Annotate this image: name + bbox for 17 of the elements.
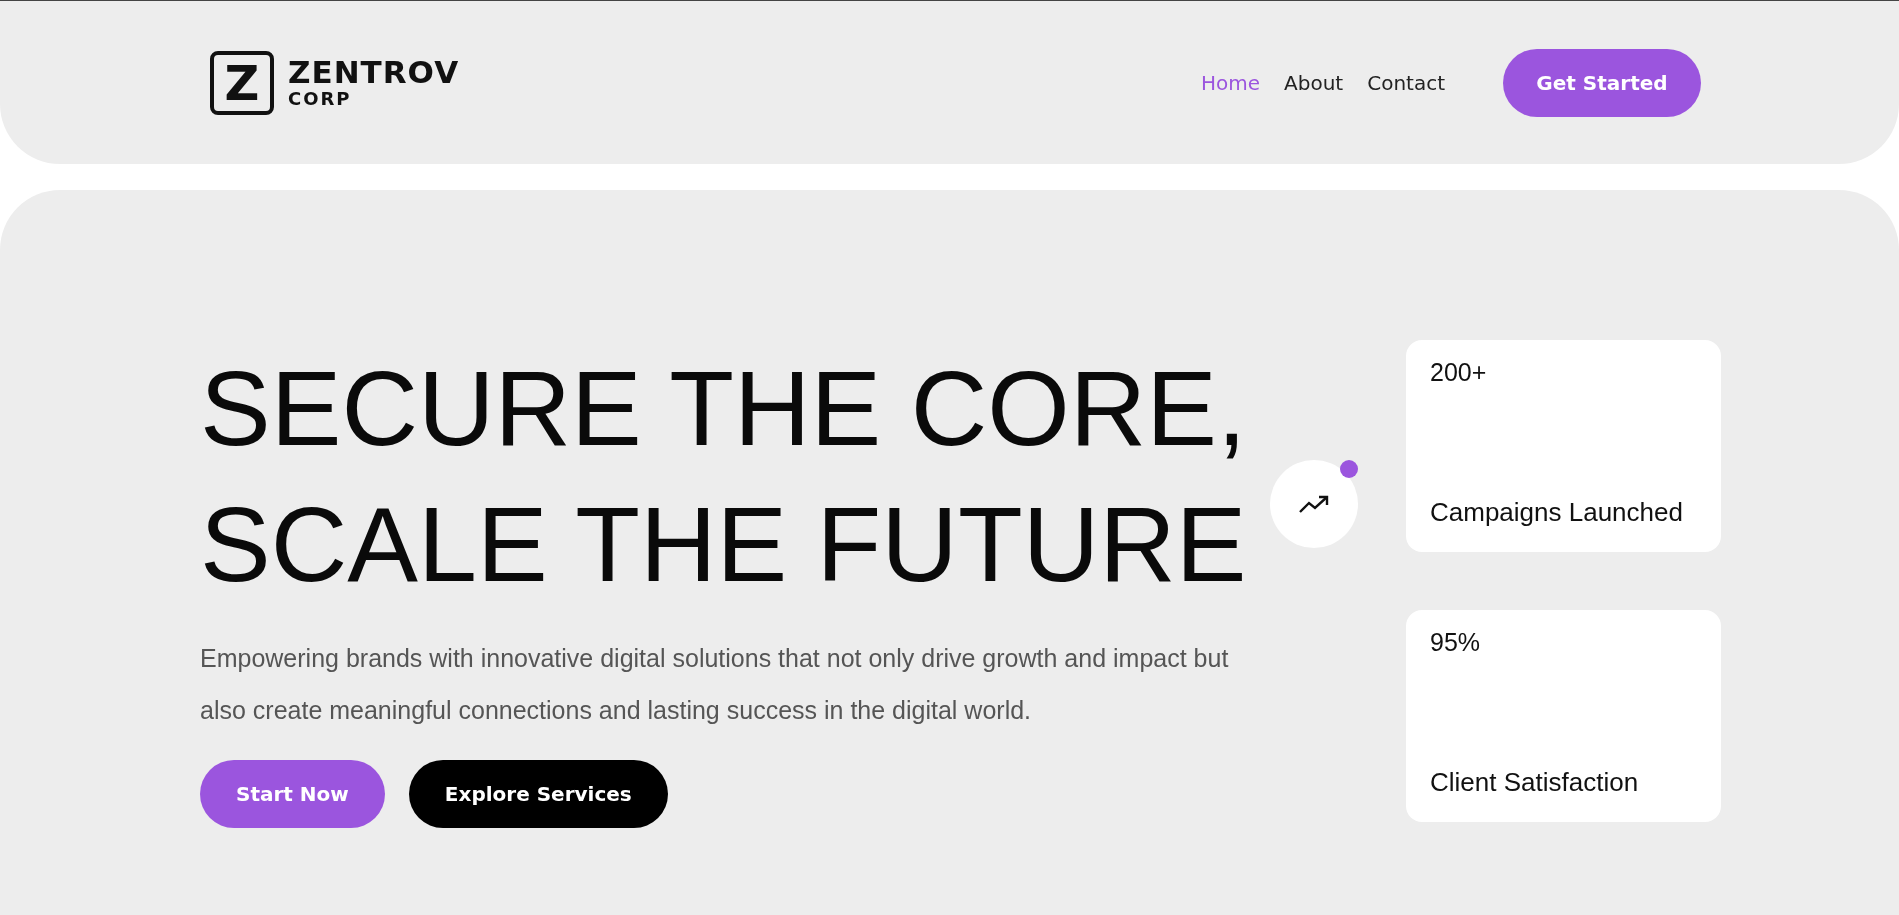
stat-label: Client Satisfaction bbox=[1430, 766, 1640, 799]
hero-headline: SECURE THE CORE, SCALE THE FUTURE bbox=[200, 348, 1248, 605]
hero-button[interactable]: Start Now bbox=[200, 760, 385, 828]
notification-dot bbox=[1340, 460, 1358, 478]
stat-value: 200+ bbox=[1430, 358, 1488, 387]
hero-description: Empowering brands with innovative digital solutions that not only drive growth and impact but also create meaningful connections and lasting success in the digital world. bbox=[200, 643, 1230, 726]
hero-button[interactable]: Explore Services bbox=[408, 760, 668, 828]
get-started-button[interactable]: Get Started bbox=[1503, 48, 1701, 117]
nav-link[interactable]: Home bbox=[1201, 70, 1261, 95]
stat-value: 95% bbox=[1430, 628, 1482, 657]
stat-label: Campaigns Launched bbox=[1430, 496, 1684, 529]
logo-subtitle: CORP bbox=[288, 88, 353, 109]
trending-up-icon bbox=[1299, 494, 1329, 514]
logo-name: ZENTROV bbox=[288, 56, 460, 89]
nav-link[interactable]: Contact bbox=[1367, 70, 1445, 95]
logo-mark: Z bbox=[210, 50, 274, 115]
nav-link[interactable]: About bbox=[1284, 70, 1344, 95]
